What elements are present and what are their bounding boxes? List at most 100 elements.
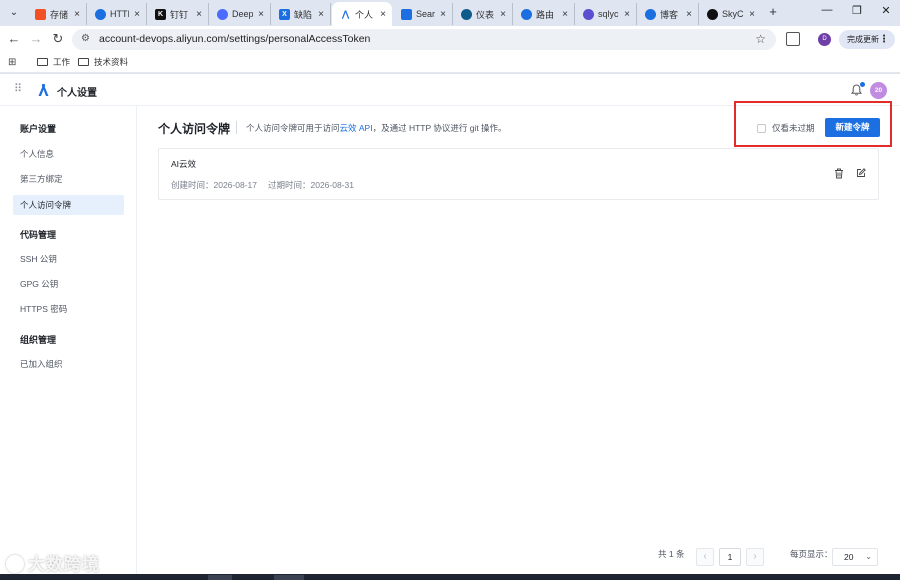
- extensions-icon[interactable]: [786, 32, 800, 46]
- sidebar-item-profile[interactable]: 个人信息: [13, 144, 124, 164]
- sidebar-item-gpg-key[interactable]: GPG 公钥: [13, 274, 124, 294]
- bookmarks-bar: ⊞ 工作 技术资料: [0, 53, 900, 73]
- browser-tab[interactable]: Sear ×: [393, 3, 453, 25]
- dashboard-favicon-icon: [461, 8, 472, 20]
- tab-label: 缺陷: [294, 9, 313, 20]
- tab-close-icon[interactable]: ×: [256, 9, 266, 20]
- tab-close-icon[interactable]: ×: [560, 9, 570, 20]
- tab-label: sqlyc: [598, 9, 619, 19]
- globe-favicon-icon: [521, 8, 532, 20]
- blog-favicon-icon: [645, 8, 656, 20]
- browser-tab[interactable]: 路由 ×: [513, 3, 575, 25]
- back-arrow-icon[interactable]: ←: [6, 31, 22, 47]
- tab-label: Sear: [416, 9, 435, 19]
- tab-label: SkyC: [722, 9, 744, 19]
- sidebar-item-https-password[interactable]: HTTPS 密码: [13, 299, 124, 319]
- whale-favicon-icon: [217, 8, 228, 20]
- browser-tab[interactable]: 存储 ×: [27, 3, 87, 25]
- sidebar-item-ssh-key[interactable]: SSH 公钥: [13, 249, 124, 269]
- description-text: ，及通过 HTTP 协议进行 git 操作。: [372, 123, 507, 133]
- sidebar-item-personal-access-token[interactable]: 个人访问令牌: [13, 195, 124, 215]
- token-name: AI云效: [171, 159, 197, 169]
- tab-label: 仪表: [476, 9, 495, 20]
- description-text: 个人访问令牌可用于访问: [246, 123, 340, 133]
- page-size-value: 20: [844, 552, 854, 562]
- filter-label: 仅看未过期: [772, 123, 815, 133]
- browser-tab[interactable]: sqlyc ×: [575, 3, 637, 25]
- browser-tab[interactable]: K 钉钉 ×: [147, 3, 209, 25]
- browser-tab[interactable]: HTTI ×: [87, 3, 147, 25]
- tab-label: Deep: [232, 9, 253, 19]
- apps-grid-icon[interactable]: ⊞: [8, 57, 16, 68]
- notification-dot: [860, 82, 865, 87]
- site-info-icon[interactable]: ⚙: [81, 33, 93, 45]
- tab-close-icon[interactable]: ×: [378, 9, 388, 20]
- sidebar-item-third-party-binding[interactable]: 第三方绑定: [13, 169, 124, 189]
- taskbar-item[interactable]: [208, 575, 232, 580]
- sidebar-group-code: 代码管理: [20, 230, 57, 240]
- page-size-select[interactable]: 20 ⌄: [832, 548, 878, 566]
- pagination-next-button[interactable]: ›: [746, 548, 764, 566]
- bookmark-star-icon[interactable]: ☆: [755, 32, 766, 46]
- tab-label: 钉钉: [170, 9, 189, 20]
- delete-trash-icon[interactable]: [834, 168, 844, 179]
- more-menu-icon[interactable]: ⋮: [879, 30, 889, 49]
- new-tab-button[interactable]: +: [766, 5, 780, 19]
- bookmark-folder-tech-docs[interactable]: 技术资料: [78, 56, 128, 68]
- unexpired-only-filter[interactable]: 仅看未过期: [757, 122, 815, 134]
- url-text[interactable]: account-devops.aliyun.com/settings/perso…: [99, 33, 370, 45]
- browser-tab[interactable]: X 缺陷 ×: [271, 3, 331, 25]
- tab-close-icon[interactable]: ×: [72, 9, 82, 20]
- bookmark-folder-work[interactable]: 工作: [37, 56, 70, 68]
- tab-search-icon[interactable]: ⌄: [6, 5, 22, 21]
- reload-icon[interactable]: ↻: [50, 31, 66, 47]
- taskbar-item[interactable]: [274, 575, 304, 580]
- tab-close-icon[interactable]: ×: [316, 9, 326, 20]
- aliyun-devops-favicon-icon: ⋀: [340, 8, 351, 20]
- app-switcher-grid-icon[interactable]: ⠿: [14, 83, 26, 95]
- browser-toolbar: ← → ↻ ⚙ account-devops.aliyun.com/settin…: [0, 26, 900, 53]
- browser-tab[interactable]: 博客 ×: [637, 3, 699, 25]
- pagination-page-1[interactable]: 1: [719, 548, 741, 566]
- window-close-icon[interactable]: ✕: [879, 4, 893, 17]
- browser-tab[interactable]: Deep ×: [209, 3, 271, 25]
- os-taskbar: [0, 574, 900, 580]
- sidebar-item-joined-organizations[interactable]: 已加入组织: [13, 354, 124, 374]
- restore-icon[interactable]: ❐: [850, 4, 864, 17]
- user-avatar[interactable]: 20: [870, 82, 887, 99]
- browser-profile-avatar[interactable]: D: [818, 33, 831, 46]
- settings-sidebar: 账户设置 个人信息 第三方绑定 个人访问令牌 代码管理 SSH 公钥 GPG 公…: [0, 106, 137, 580]
- tab-close-icon[interactable]: ×: [622, 9, 632, 20]
- windows-logo-icon: [35, 8, 46, 20]
- edit-pencil-icon[interactable]: [856, 168, 866, 178]
- tab-close-icon[interactable]: ×: [747, 9, 757, 20]
- browser-tab[interactable]: SkyC ×: [699, 3, 761, 25]
- bookmark-label: 技术资料: [94, 57, 129, 67]
- tab-close-icon[interactable]: ×: [132, 9, 142, 20]
- token-card: AI云效 创建时间：2026-08-17 过期时间：2026-08-31: [158, 148, 879, 200]
- tab-close-icon[interactable]: ×: [684, 9, 694, 20]
- tab-close-icon[interactable]: ×: [438, 9, 448, 20]
- pagination-total: 共 1 条: [658, 549, 685, 559]
- gear-favicon-icon: [95, 8, 106, 20]
- page-size-label: 每页显示：: [790, 549, 833, 559]
- watermark-text: 大数跨境: [28, 555, 100, 574]
- new-token-button[interactable]: 新建令牌: [825, 118, 880, 137]
- watermark-logo: 大数跨境: [6, 550, 100, 575]
- api-doc-link[interactable]: 云效 API: [340, 123, 373, 133]
- minimize-icon[interactable]: —: [820, 4, 834, 16]
- forward-arrow-icon[interactable]: →: [28, 31, 44, 47]
- sidebar-group-organization: 组织管理: [20, 335, 57, 345]
- update-button[interactable]: 完成更新 ⋮: [839, 30, 895, 49]
- browser-tab[interactable]: 仪表 ×: [453, 3, 513, 25]
- tab-label: 路由: [536, 9, 555, 20]
- tab-label: 个人: [355, 9, 374, 20]
- address-bar[interactable]: ⚙ account-devops.aliyun.com/settings/per…: [72, 29, 776, 50]
- browser-tab-active[interactable]: ⋀ 个人 ×: [332, 2, 392, 26]
- tab-close-icon[interactable]: ×: [194, 9, 204, 20]
- pagination-prev-button[interactable]: ‹: [696, 548, 714, 566]
- tab-close-icon[interactable]: ×: [498, 9, 508, 20]
- search-favicon-icon: [401, 8, 412, 20]
- app-title: 个人设置: [57, 88, 97, 99]
- unexpired-only-checkbox[interactable]: [757, 123, 766, 133]
